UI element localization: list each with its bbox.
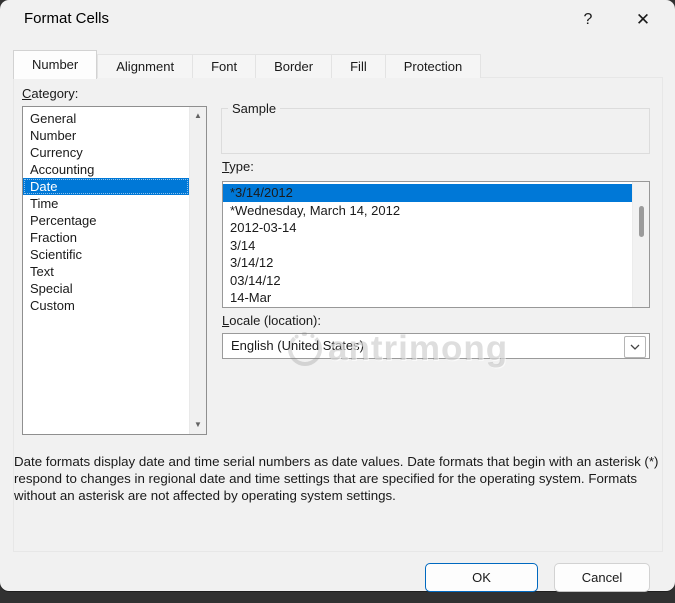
tab-alignment[interactable]: Alignment	[97, 54, 194, 78]
locale-label: Locale (location):	[222, 313, 321, 328]
type-scrollbar[interactable]	[632, 182, 649, 307]
list-item[interactable]: Percentage	[23, 212, 189, 229]
category-items: General Number Currency Accounting Date …	[23, 110, 189, 314]
sample-legend: Sample	[232, 101, 277, 116]
locale-selected-value: English (United States)	[231, 338, 364, 353]
type-items: *3/14/2012 *Wednesday, March 14, 2012 20…	[223, 184, 632, 307]
sample-groupbox: Sample	[221, 101, 650, 154]
tab-border[interactable]: Border	[256, 54, 333, 78]
help-icon[interactable]: ?	[575, 7, 601, 33]
list-item[interactable]: Currency	[23, 144, 189, 161]
category-listbox[interactable]: General Number Currency Accounting Date …	[22, 106, 207, 435]
tab-strip: Number Alignment Font Border Fill Protec…	[13, 49, 482, 79]
scrollbar-thumb[interactable]	[639, 206, 644, 237]
tab-fill[interactable]: Fill	[332, 54, 386, 78]
type-label-rest: ype:	[229, 159, 254, 174]
list-item[interactable]: General	[23, 110, 189, 127]
locale-dropdown[interactable]: English (United States)	[222, 333, 650, 359]
list-item[interactable]: 2012-03-14	[223, 219, 632, 237]
dialog-title: Format Cells	[24, 10, 110, 27]
list-item[interactable]: Fraction	[23, 229, 189, 246]
list-item-selected[interactable]: Date	[23, 178, 189, 195]
ok-button[interactable]: OK	[425, 563, 538, 592]
format-cells-dialog: Format Cells ? ✕ Number Alignment Font B…	[0, 0, 675, 592]
close-icon[interactable]: ✕	[630, 7, 656, 33]
list-item[interactable]: Accounting	[23, 161, 189, 178]
list-item[interactable]: 14-Mar	[223, 289, 632, 307]
list-item[interactable]: Number	[23, 127, 189, 144]
list-item[interactable]: Scientific	[23, 246, 189, 263]
list-item[interactable]: Custom	[23, 297, 189, 314]
format-description-text: Date formats display date and time seria…	[14, 454, 659, 503]
scroll-up-icon[interactable]: ▲	[190, 112, 206, 120]
tab-font[interactable]: Font	[193, 54, 257, 78]
category-label-accesskey: C	[22, 86, 32, 101]
list-item[interactable]: 03/14/12	[223, 272, 632, 290]
tab-number[interactable]: Number	[13, 50, 98, 79]
list-item[interactable]: Special	[23, 280, 189, 297]
tab-protection[interactable]: Protection	[385, 54, 482, 78]
list-item[interactable]: 3/14/12	[223, 254, 632, 272]
category-label: Category:	[22, 86, 78, 101]
type-label: Type:	[222, 159, 254, 174]
list-item[interactable]: 3/14	[223, 237, 632, 255]
type-listbox[interactable]: *3/14/2012 *Wednesday, March 14, 2012 20…	[222, 181, 650, 308]
scroll-down-icon[interactable]: ▼	[190, 421, 206, 429]
category-label-rest: ategory:	[31, 86, 79, 101]
category-scrollbar[interactable]: ▲ ▼	[189, 107, 206, 434]
cancel-button[interactable]: Cancel	[554, 563, 650, 592]
chevron-down-icon	[630, 344, 640, 350]
list-item-selected[interactable]: *3/14/2012	[223, 184, 632, 202]
locale-label-rest: ocale (location):	[229, 313, 322, 328]
list-item[interactable]: *Wednesday, March 14, 2012	[223, 202, 632, 220]
list-item[interactable]: Time	[23, 195, 189, 212]
list-item[interactable]: Text	[23, 263, 189, 280]
dropdown-button[interactable]	[624, 336, 646, 358]
